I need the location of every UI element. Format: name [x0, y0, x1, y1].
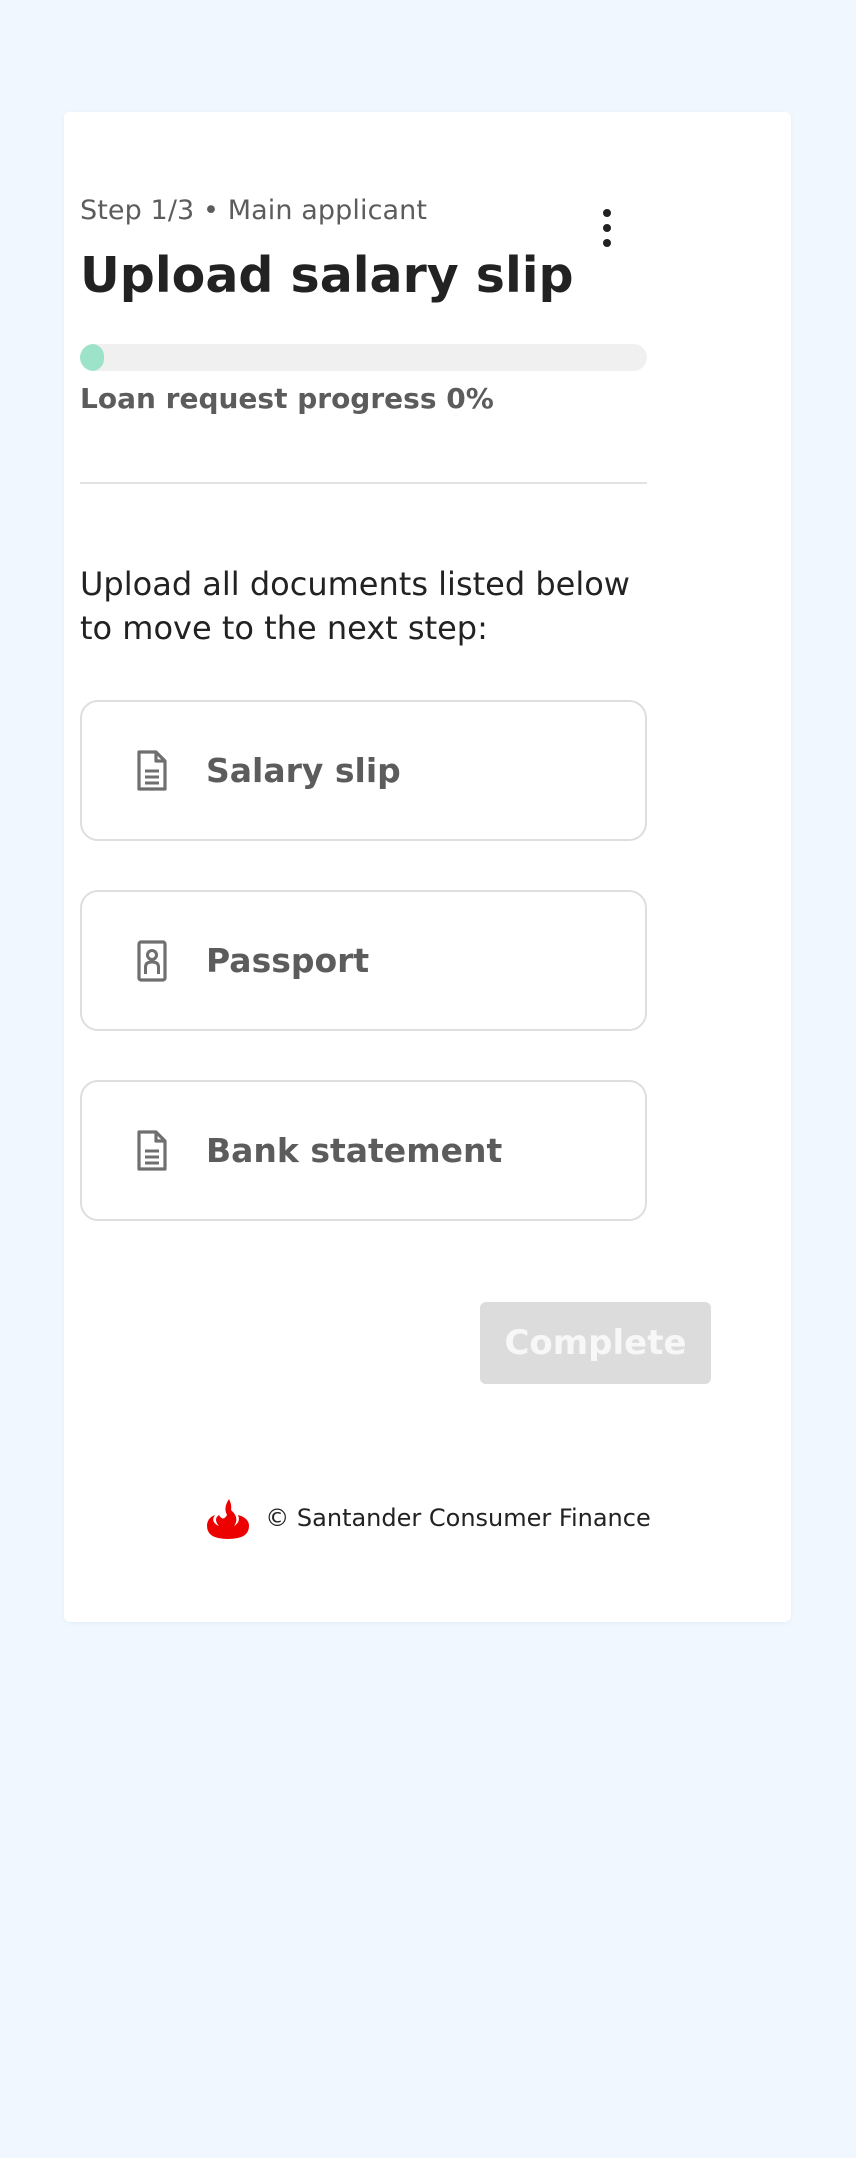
document-item-salary-slip[interactable]: Salary slip [80, 700, 647, 841]
document-label: Salary slip [206, 751, 401, 790]
document-label: Bank statement [206, 1131, 503, 1170]
more-options-button[interactable] [591, 196, 623, 260]
santander-flame-icon [205, 1496, 251, 1540]
footer-copyright: © Santander Consumer Finance [265, 1504, 651, 1532]
step-label: Step 1/3 • Main applicant [80, 195, 428, 226]
passport-icon [134, 939, 170, 983]
upload-instructions: Upload all documents listed below to mov… [80, 565, 630, 647]
page-title: Upload salary slip [80, 247, 574, 304]
loan-progress-label: Loan request progress 0% [80, 382, 494, 415]
footer: © Santander Consumer Finance [0, 1496, 856, 1540]
loan-progress-fill [80, 344, 104, 371]
more-vertical-icon [603, 209, 611, 247]
document-label: Passport [206, 941, 370, 980]
divider [80, 482, 647, 484]
document-item-passport[interactable]: Passport [80, 890, 647, 1031]
loan-progress-bar [80, 344, 647, 371]
complete-button[interactable]: Complete [480, 1302, 711, 1384]
document-list: Salary slip Passport Bank statement [80, 700, 647, 1270]
document-icon [134, 749, 170, 793]
document-icon [134, 1129, 170, 1173]
document-item-bank-statement[interactable]: Bank statement [80, 1080, 647, 1221]
